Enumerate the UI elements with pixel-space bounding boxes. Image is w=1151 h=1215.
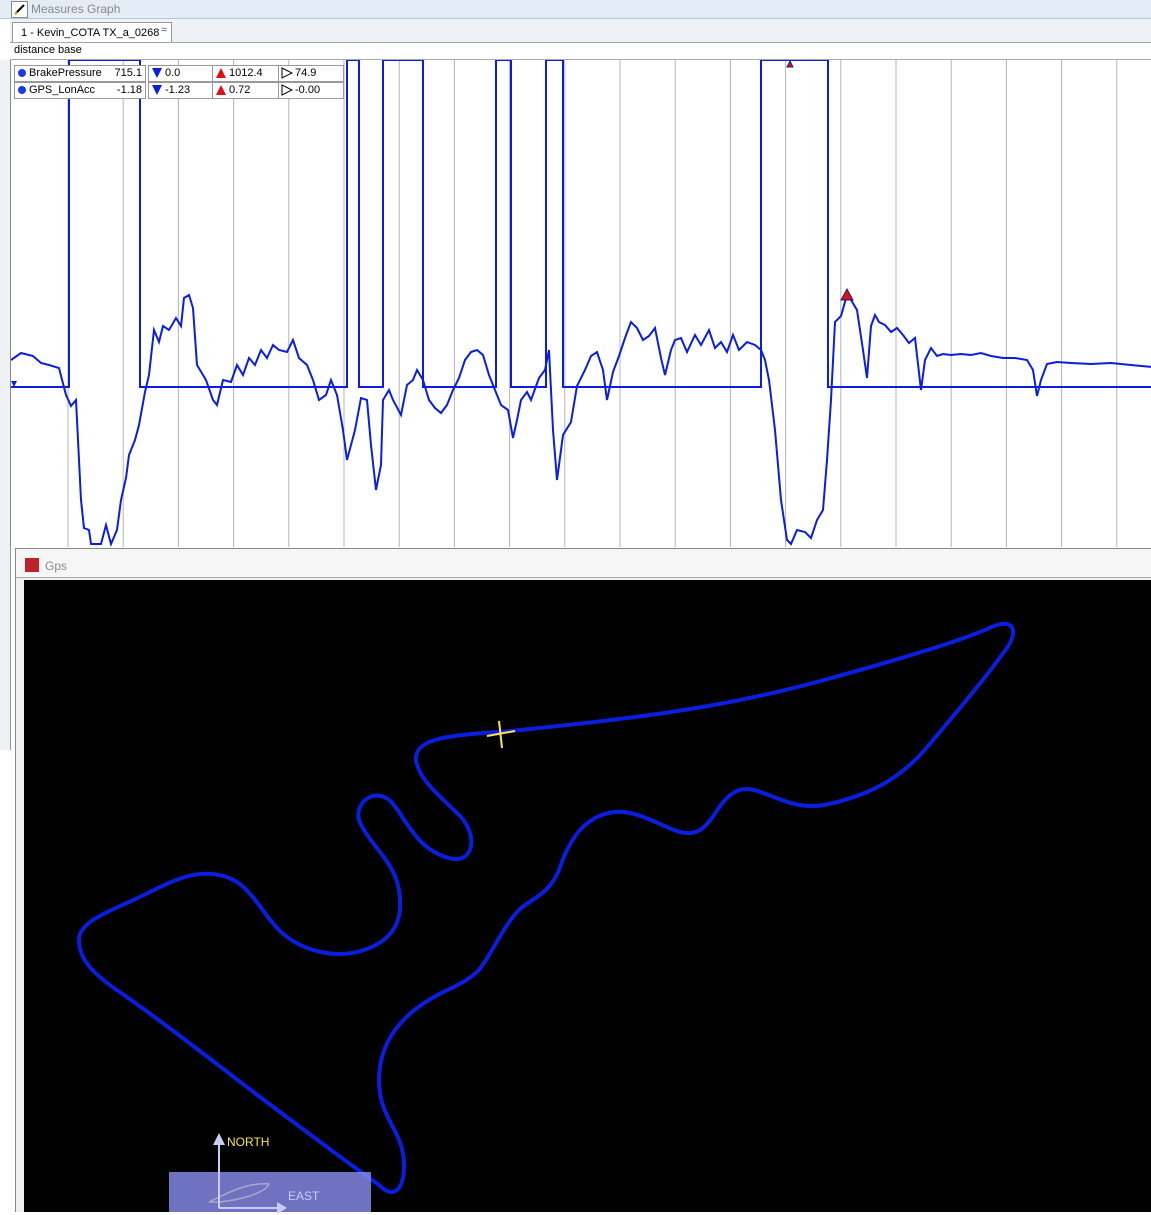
legend-name: GPS_LonAcc [29,84,96,96]
legend-max: 1012.4 [229,67,263,79]
measures-graph[interactable] [10,60,1151,547]
max-marker-acc [840,287,854,301]
pencil-icon [11,1,28,18]
east-label: EAST [288,1189,320,1203]
base-label: distance base [14,44,82,56]
avg-triangle-icon [281,84,293,96]
tab-row: 1 - Kevin_COTA TX_a_0268 ≈ [10,19,1151,43]
track-svg [77,621,1016,1194]
legend-value: -1.18 [116,84,142,96]
min-triangle-icon [152,68,162,78]
tab-session[interactable]: 1 - Kevin_COTA TX_a_0268 ≈ [12,22,172,42]
track-outline [77,621,1016,1194]
legend-min: 0.0 [165,67,181,79]
max-triangle-icon [216,68,226,78]
legend-name: BrakePressure [29,67,102,79]
avg-triangle-icon [281,67,293,79]
legend-min: -1.23 [165,84,191,96]
tab-label: 1 - Kevin_COTA TX_a_0268 [21,27,160,39]
measures-titlebar[interactable]: Measures Graph [0,0,1151,19]
measures-title: Measures Graph [31,2,121,16]
gps-title: Gps [45,559,68,573]
brake-pressure-trace [11,60,1151,388]
tab-close-icon[interactable]: ≈ [161,24,167,36]
legend-value: 715.1 [114,67,142,79]
legend-avg: -0.00 [295,84,321,96]
legend-avg: 74.9 [295,67,317,79]
gps-window: Gps NORTH EAST [15,548,1151,1213]
max-triangle-icon [216,85,226,95]
series-dot-icon [18,69,26,77]
series-dot-icon [18,86,26,94]
gps-window-icon [25,558,39,572]
gps-titlebar[interactable]: Gps [16,549,1151,578]
legend-max: 0.72 [229,84,251,96]
gps-track-map[interactable]: NORTH EAST [24,580,1151,1213]
min-triangle-icon [152,85,162,95]
north-label: NORTH [227,1135,270,1149]
base-bar: distance base [10,43,1151,60]
max-marker-top [786,60,794,68]
gps-lonacc-trace [11,292,1151,547]
graph-canvas [11,60,1151,547]
